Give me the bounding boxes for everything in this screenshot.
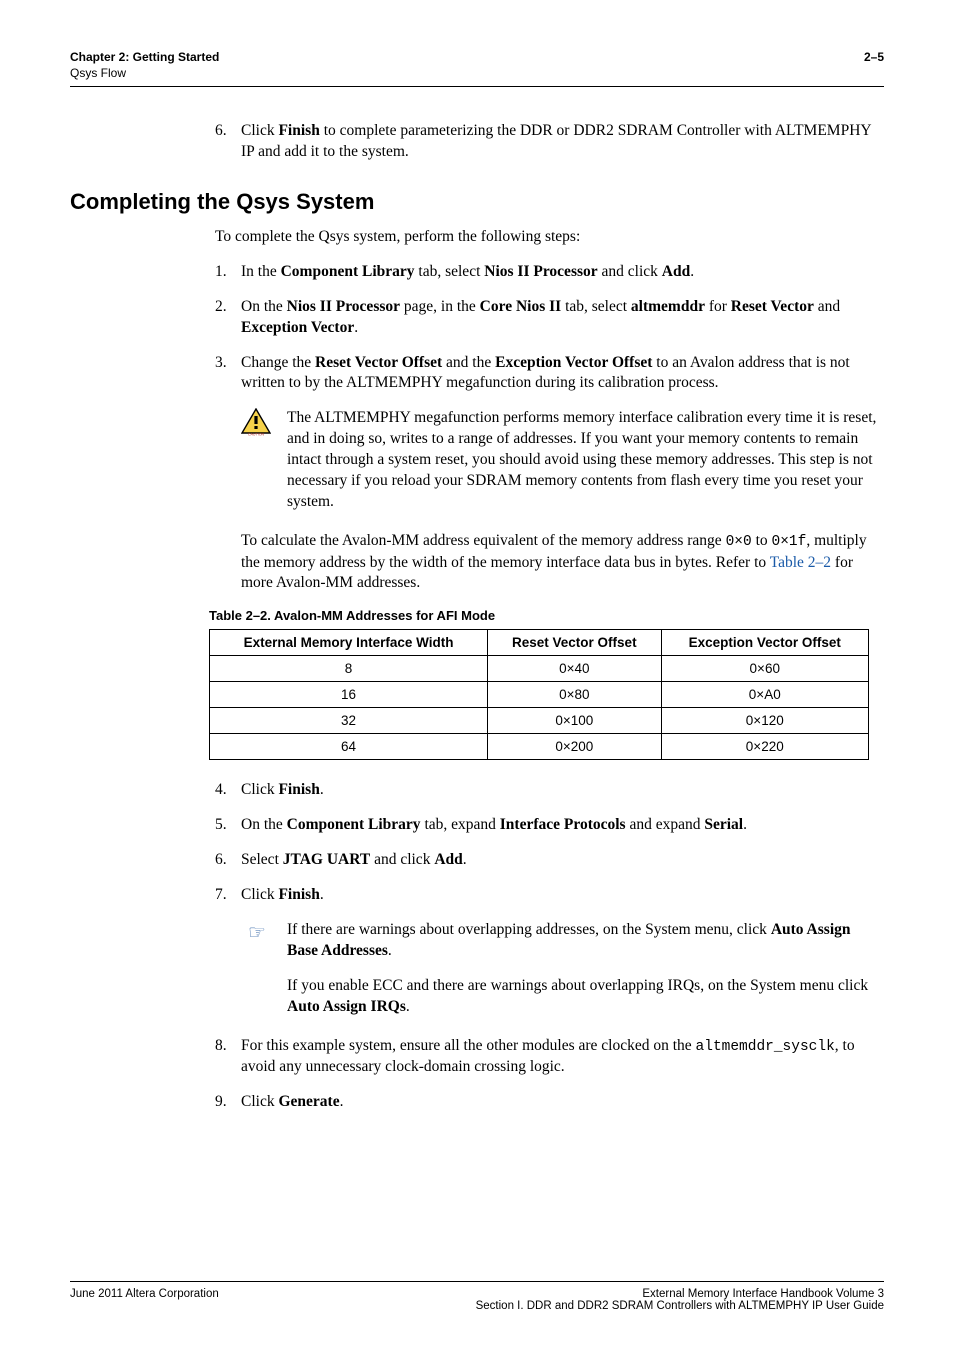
header-rule xyxy=(70,86,884,87)
hand-icon: ☞ xyxy=(241,920,273,1018)
svg-text:CAUTION: CAUTION xyxy=(248,433,265,437)
note-callout: ☞ If there are warnings about overlappin… xyxy=(241,920,884,1018)
header-subtitle: Qsys Flow xyxy=(70,66,884,80)
caution-text: The ALTMEMPHY megafunction performs memo… xyxy=(287,408,884,513)
footer-right: External Memory Interface Handbook Volum… xyxy=(476,1288,884,1312)
step-9: 9. Click Generate. xyxy=(215,1092,884,1113)
footer-left: June 2011 Altera Corporation xyxy=(70,1288,219,1312)
step-6-prev: 6. Click Finish to complete parameterizi… xyxy=(215,121,884,163)
table-row: 32 0×100 0×120 xyxy=(210,708,869,734)
caution-callout: CAUTION The ALTMEMPHY megafunction perfo… xyxy=(241,408,884,513)
step-1: 1. In the Component Library tab, select … xyxy=(215,262,884,283)
table-ref-link[interactable]: Table 2–2 xyxy=(770,554,831,571)
calc-para: To calculate the Avalon-MM address equiv… xyxy=(241,531,884,594)
step-4: 4. Click Finish. xyxy=(215,780,884,801)
table-row: 8 0×40 0×60 xyxy=(210,656,869,682)
afi-table: External Memory Interface Width Reset Ve… xyxy=(209,629,869,760)
th-exception: Exception Vector Offset xyxy=(661,630,868,656)
th-reset: Reset Vector Offset xyxy=(488,630,661,656)
step-7: 7. Click Finish. xyxy=(215,885,884,906)
page-number: 2–5 xyxy=(864,50,884,64)
page-footer: June 2011 Altera Corporation External Me… xyxy=(70,1281,884,1312)
caution-icon: CAUTION xyxy=(241,408,273,513)
step-5: 5. On the Component Library tab, expand … xyxy=(215,815,884,836)
step-8: 8. For this example system, ensure all t… xyxy=(215,1036,884,1078)
table-row: 16 0×80 0×A0 xyxy=(210,682,869,708)
section-heading: Completing the Qsys System xyxy=(70,189,884,215)
page-header: Chapter 2: Getting Started 2–5 xyxy=(70,50,884,64)
table-caption: Table 2–2. Avalon-MM Addresses for AFI M… xyxy=(209,608,884,623)
step-3: 3. Change the Reset Vector Offset and th… xyxy=(215,353,884,395)
step-2: 2. On the Nios II Processor page, in the… xyxy=(215,297,884,339)
note-1: If there are warnings about overlapping … xyxy=(287,920,884,962)
table-row: 64 0×200 0×220 xyxy=(210,734,869,760)
step-6: 6. Select JTAG UART and click Add. xyxy=(215,850,884,871)
note-2: If you enable ECC and there are warnings… xyxy=(287,976,884,1018)
th-width: External Memory Interface Width xyxy=(210,630,488,656)
chapter-label: Chapter 2: Getting Started xyxy=(70,50,219,64)
intro-para: To complete the Qsys system, perform the… xyxy=(215,227,884,248)
